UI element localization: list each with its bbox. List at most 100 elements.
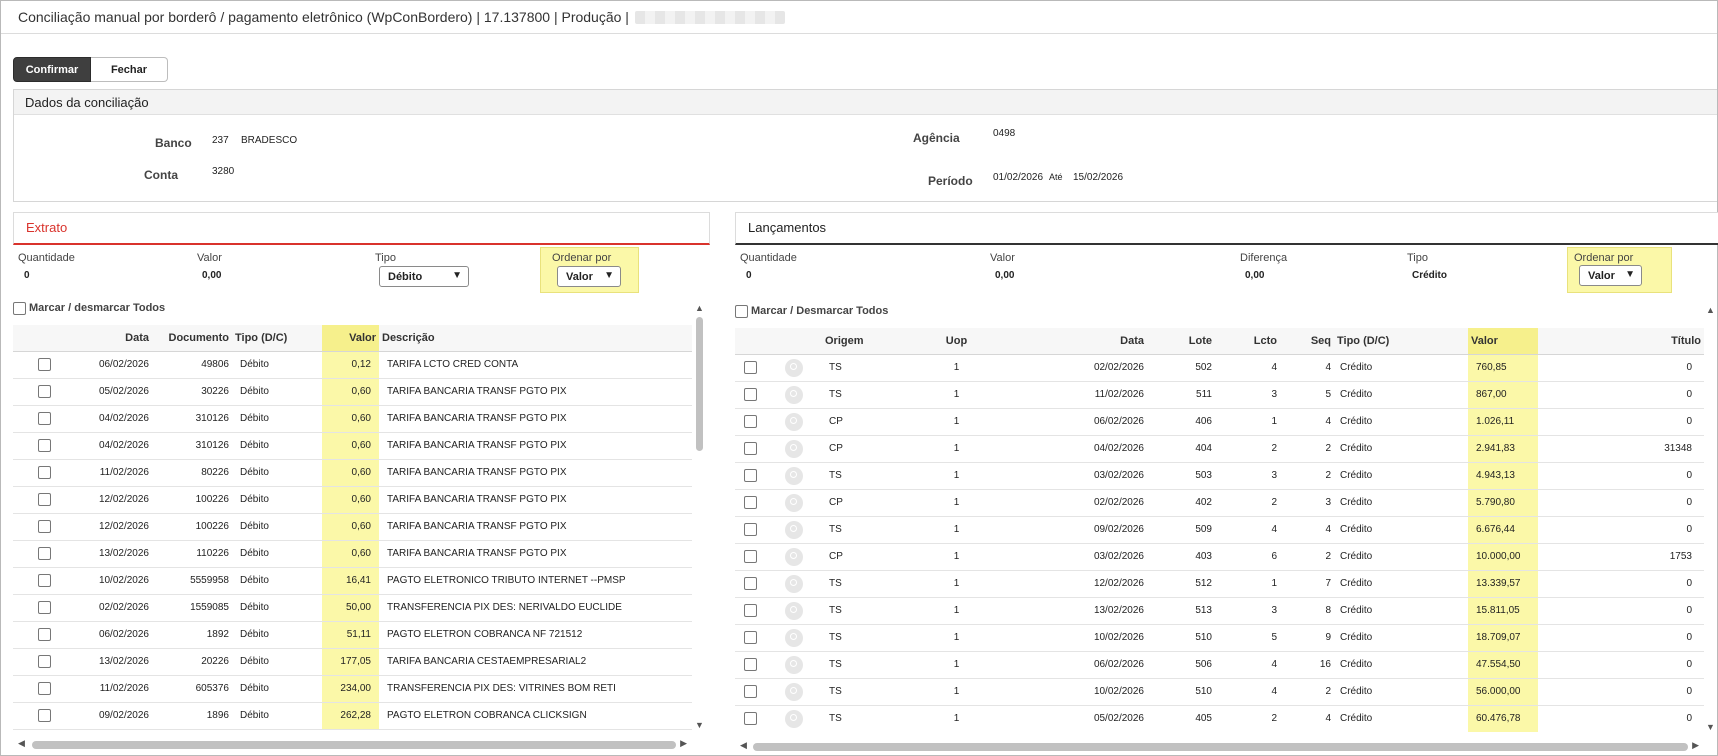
row-checkbox[interactable] [744, 523, 757, 536]
magnifier-icon[interactable] [785, 385, 803, 404]
scroll-down-icon[interactable]: ▼ [1706, 722, 1715, 732]
magnifier-icon[interactable] [785, 466, 803, 485]
row-checkbox[interactable] [744, 442, 757, 455]
extrato-ordenar-select[interactable]: Valor ▼ [557, 266, 621, 287]
table-row[interactable]: TS 1 10/02/2026 510 5 9 Crédito 18.709,07 0 [735, 624, 1704, 652]
magnifier-icon[interactable] [785, 493, 803, 512]
magnifier-icon[interactable] [785, 439, 803, 458]
table-row[interactable]: 12/02/2026 100226 Débito 0,60 TARIFA BANCARI… [13, 486, 692, 514]
table-row[interactable]: TS 1 13/02/2026 513 3 8 Crédito 15.811,05 0 [735, 597, 1704, 625]
row-checkbox[interactable] [744, 604, 757, 617]
col-origem[interactable]: Origem [822, 328, 917, 355]
table-row[interactable]: TS 1 10/02/2026 510 4 2 Crédito 56.000,00 0 [735, 678, 1704, 706]
col-tipo[interactable]: Tipo (D/C) [1334, 328, 1468, 355]
magnifier-icon[interactable] [785, 682, 803, 701]
row-checkbox[interactable] [744, 388, 757, 401]
magnifier-icon[interactable] [785, 709, 803, 728]
row-checkbox[interactable] [744, 712, 757, 725]
table-row[interactable]: 04/02/2026 310126 Débito 0,60 TARIFA BANCARI… [13, 432, 692, 460]
col-lote[interactable]: Lote [1147, 328, 1215, 355]
scroll-left-icon[interactable]: ◀ [740, 740, 747, 751]
magnifier-icon[interactable] [785, 520, 803, 539]
row-checkbox[interactable] [37, 601, 51, 614]
table-row[interactable]: 06/02/2026 1892 Débito 51,11 PAGTO ELETRON C… [13, 621, 692, 649]
table-row[interactable]: CP 1 04/02/2026 404 2 2 Crédito 2.941,83 31348 [735, 435, 1704, 463]
table-row[interactable]: 12/02/2026 100226 Débito 0,60 TARIFA BANCARI… [13, 513, 692, 541]
magnifier-icon[interactable] [785, 358, 803, 377]
table-row[interactable]: TS 1 06/02/2026 506 4 16 Crédito 47.554,50 0 [735, 651, 1704, 679]
table-row[interactable]: TS 1 09/02/2026 509 4 4 Crédito 6.676,44 0 [735, 516, 1704, 544]
row-checkbox[interactable] [37, 466, 51, 479]
magnifier-icon[interactable] [785, 412, 803, 431]
scroll-down-icon[interactable]: ▼ [695, 720, 704, 730]
scroll-right-icon[interactable]: ▶ [1692, 740, 1699, 751]
col-data[interactable]: Data [996, 328, 1147, 355]
row-checkbox[interactable] [37, 358, 51, 371]
magnifier-icon[interactable] [785, 628, 803, 647]
row-checkbox[interactable] [744, 577, 757, 590]
scroll-left-icon[interactable]: ◀ [18, 738, 25, 749]
extrato-horizontal-scrollbar[interactable]: ◀ ▶ [13, 738, 692, 750]
extrato-tipo-select[interactable]: Débito ▼ [379, 266, 469, 287]
col-tipo[interactable]: Tipo (D/C) [232, 325, 322, 352]
col-descricao[interactable]: Descrição [379, 325, 692, 352]
row-checkbox[interactable] [37, 385, 51, 398]
col-documento[interactable]: Documento [152, 325, 232, 352]
scroll-thumb[interactable] [32, 741, 676, 749]
row-checkbox[interactable] [37, 628, 51, 641]
row-checkbox[interactable] [37, 682, 51, 695]
scroll-up-icon[interactable]: ▲ [695, 303, 704, 313]
row-checkbox[interactable] [37, 439, 51, 452]
table-row[interactable]: 05/02/2026 30226 Débito 0,60 TARIFA BANCARIA… [13, 378, 692, 406]
scroll-right-icon[interactable]: ▶ [680, 738, 687, 749]
lanc-ordenar-select[interactable]: Valor ▼ [1579, 265, 1642, 286]
table-row[interactable]: 04/02/2026 310126 Débito 0,60 TARIFA BANCARI… [13, 405, 692, 433]
table-row[interactable]: TS 1 03/02/2026 503 3 2 Crédito 4.943,13 0 [735, 462, 1704, 490]
row-checkbox[interactable] [744, 631, 757, 644]
table-row[interactable]: TS 1 11/02/2026 511 3 5 Crédito 867,00 0 [735, 381, 1704, 409]
table-row[interactable]: TS 1 12/02/2026 512 1 7 Crédito 13.339,57 0 [735, 570, 1704, 598]
row-checkbox[interactable] [37, 547, 51, 560]
lanc-horizontal-scrollbar[interactable]: ◀ ▶ [735, 740, 1704, 752]
scroll-thumb[interactable] [753, 743, 1688, 751]
table-row[interactable]: 06/02/2026 49806 Débito 0,12 TARIFA LCTO CRE… [13, 351, 692, 379]
table-row[interactable]: TS 1 05/02/2026 405 2 4 Crédito 60.476,78 0 [735, 705, 1704, 732]
row-checkbox[interactable] [37, 412, 51, 425]
scroll-up-icon[interactable]: ▲ [1706, 305, 1715, 315]
col-uop[interactable]: Uop [917, 328, 996, 355]
table-row[interactable]: 11/02/2026 80226 Débito 0,60 TARIFA BANCARIA… [13, 459, 692, 487]
lanc-select-all-checkbox[interactable] [735, 305, 748, 318]
table-row[interactable]: CP 1 03/02/2026 403 6 2 Crédito 10.000,00 1753 [735, 543, 1704, 571]
row-checkbox[interactable] [37, 520, 51, 533]
col-lcto[interactable]: Lcto [1215, 328, 1280, 355]
extrato-select-all-label[interactable]: Marcar / desmarcar Todos [29, 302, 165, 314]
close-button[interactable]: Fechar [91, 57, 168, 82]
row-checkbox[interactable] [744, 469, 757, 482]
row-checkbox[interactable] [37, 655, 51, 668]
row-checkbox[interactable] [744, 658, 757, 671]
table-row[interactable]: 13/02/2026 20226 Débito 177,05 TARIFA BANCAR… [13, 648, 692, 676]
table-row[interactable]: CP 1 02/02/2026 402 2 3 Crédito 5.790,80 0 [735, 489, 1704, 517]
confirm-button[interactable]: Confirmar [13, 57, 91, 82]
magnifier-icon[interactable] [785, 655, 803, 674]
col-seq[interactable]: Seq [1280, 328, 1334, 355]
extrato-vertical-scrollbar[interactable]: ▲ ▼ [693, 303, 705, 730]
table-row[interactable]: TS 1 02/02/2026 502 4 4 Crédito 760,85 0 [735, 354, 1704, 382]
row-checkbox[interactable] [744, 361, 757, 374]
col-valor[interactable]: Valor [322, 325, 379, 352]
row-checkbox[interactable] [744, 496, 757, 509]
extrato-select-all-checkbox[interactable] [13, 302, 26, 315]
row-checkbox[interactable] [744, 685, 757, 698]
table-row[interactable]: 02/02/2026 1559085 Débito 50,00 TRANSFERENCI… [13, 594, 692, 622]
magnifier-icon[interactable] [785, 574, 803, 593]
lanc-select-all-label[interactable]: Marcar / Desmarcar Todos [751, 305, 888, 317]
col-data[interactable]: Data [75, 325, 152, 352]
row-checkbox[interactable] [37, 574, 51, 587]
col-titulo[interactable]: Título [1538, 328, 1704, 355]
table-row[interactable]: 09/02/2026 1896 Débito 262,28 PAGTO ELETRON … [13, 702, 692, 730]
row-checkbox[interactable] [37, 493, 51, 506]
magnifier-icon[interactable] [785, 601, 803, 620]
col-valor[interactable]: Valor [1468, 328, 1538, 355]
table-row[interactable]: 10/02/2026 5559958 Débito 16,41 PAGTO ELETRO… [13, 567, 692, 595]
row-checkbox[interactable] [744, 415, 757, 428]
